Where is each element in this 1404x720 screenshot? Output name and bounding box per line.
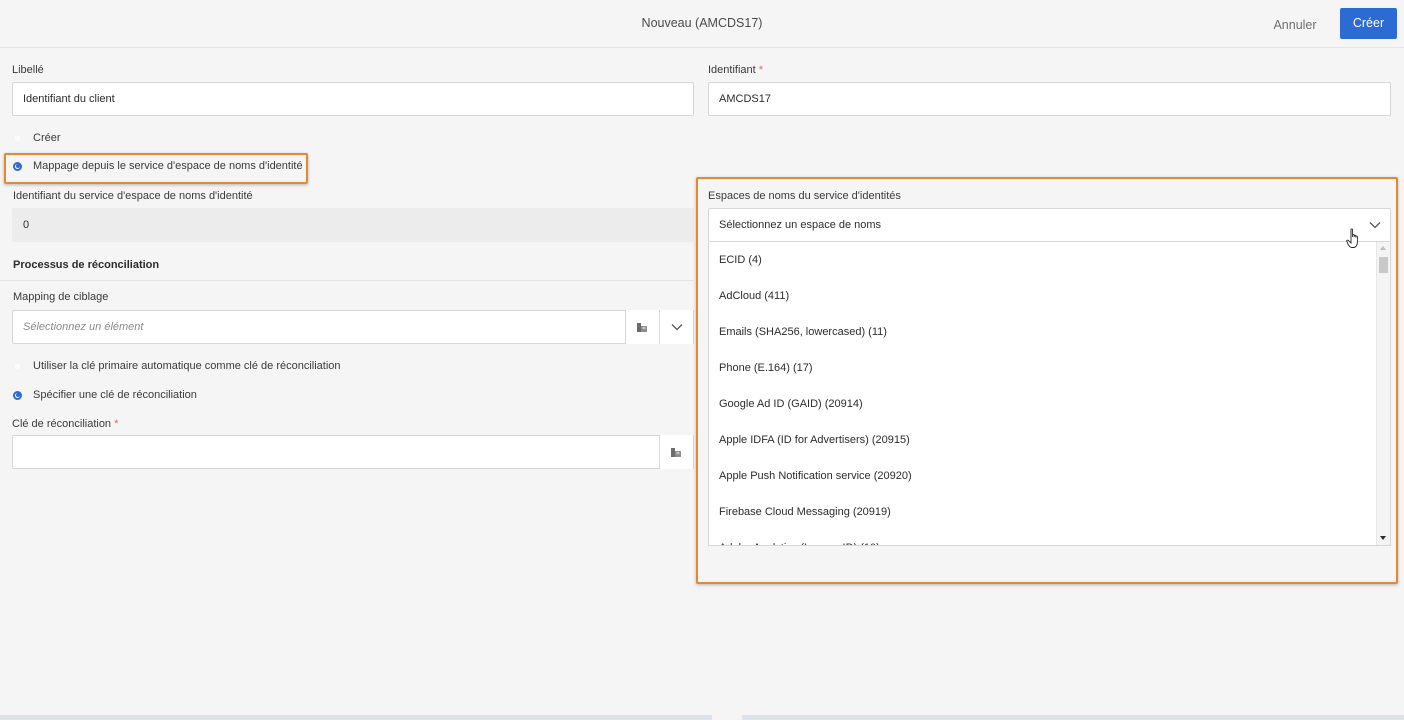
reconciliation-key-input[interactable] xyxy=(12,435,694,469)
chevron-down-icon xyxy=(671,324,682,331)
cancel-button[interactable]: Annuler xyxy=(1262,13,1328,37)
section-title: Processus de réconciliation xyxy=(13,259,160,271)
label-field-label: Libellé xyxy=(12,64,44,76)
radio-auto-key[interactable]: Utiliser la clé primaire automatique com… xyxy=(13,360,341,372)
create-button[interactable]: Créer xyxy=(1340,8,1397,39)
radio-button[interactable] xyxy=(13,133,22,143)
radio-button[interactable] xyxy=(13,390,22,400)
targeting-mapping-select[interactable]: Sélectionnez un élément xyxy=(12,310,694,344)
radio-create-label: Créer xyxy=(33,132,61,144)
dialog-header: Nouveau (AMCDS17) Annuler Créer xyxy=(0,0,1404,48)
page-title: Nouveau (AMCDS17) xyxy=(641,16,763,30)
radio-specify-key-label: Spécifier une clé de réconciliation xyxy=(33,389,197,401)
required-mark: * xyxy=(114,418,119,430)
identifier-field-label: Identifiant * xyxy=(708,64,763,76)
identifier-input[interactable]: AMCDS17 xyxy=(708,82,1391,116)
namespace-id-label: Identifiant du service d'espace de noms … xyxy=(13,190,253,202)
highlight-box-namespaces xyxy=(696,177,1398,584)
folder-picker-icon xyxy=(671,447,681,457)
folder-picker-icon xyxy=(637,322,647,332)
namespace-id-field: 0 xyxy=(12,208,694,242)
bottom-bar-segment xyxy=(712,715,742,720)
reconciliation-key-label-text: Clé de réconciliation xyxy=(12,418,112,430)
bottom-bar xyxy=(0,715,1404,720)
highlight-box-mapping xyxy=(4,153,308,184)
section-divider xyxy=(0,280,694,281)
label-input[interactable]: Identifiant du client xyxy=(12,82,694,116)
radio-create[interactable]: Créer xyxy=(13,132,61,144)
reconciliation-key-picker-button[interactable] xyxy=(659,435,694,469)
radio-button[interactable] xyxy=(13,361,22,371)
reconciliation-key-label: Clé de réconciliation * xyxy=(12,418,118,430)
targeting-mapping-label: Mapping de ciblage xyxy=(13,291,109,303)
targeting-dropdown-button[interactable] xyxy=(659,310,694,344)
required-mark: * xyxy=(758,64,764,76)
radio-specify-key[interactable]: Spécifier une clé de réconciliation xyxy=(13,389,197,401)
radio-auto-key-label: Utiliser la clé primaire automatique com… xyxy=(33,360,341,372)
identifier-label-text: Identifiant xyxy=(708,64,756,76)
folder-picker-button[interactable] xyxy=(625,310,659,344)
